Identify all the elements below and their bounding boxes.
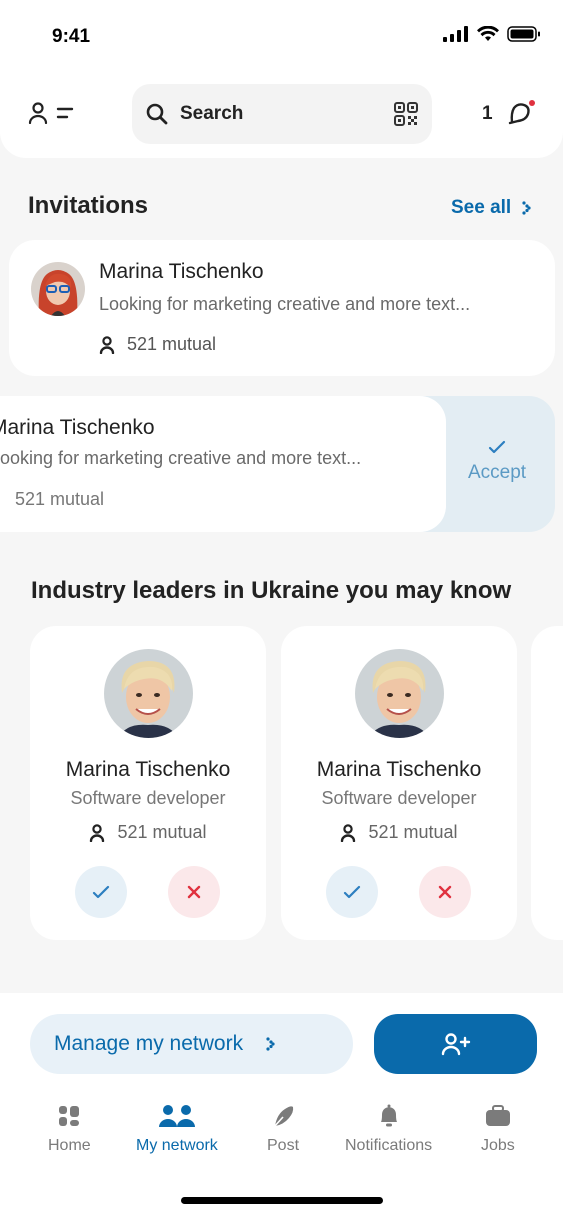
accept-label: Accept xyxy=(468,462,527,483)
close-icon xyxy=(438,885,452,899)
search-icon xyxy=(146,103,168,125)
see-all-link[interactable]: See all xyxy=(451,197,531,219)
wifi-icon xyxy=(477,26,499,41)
nav-home[interactable]: Home xyxy=(48,1103,91,1155)
nav-notifications-label: Notifications xyxy=(345,1137,433,1154)
nav-post[interactable]: Post xyxy=(267,1103,299,1155)
avatar xyxy=(355,649,444,738)
person-icon xyxy=(341,823,356,842)
add-connection-button[interactable] xyxy=(374,1014,537,1074)
check-icon xyxy=(343,885,361,899)
mutual-count: 521 mutual xyxy=(117,822,207,842)
invitations-title: Invitations xyxy=(28,192,149,219)
leaders-title: Industry leaders in Ukraine you may know xyxy=(31,577,512,604)
signal-icon xyxy=(443,26,468,42)
qr-code-icon[interactable] xyxy=(394,102,418,126)
see-all-label: See all xyxy=(451,197,512,218)
connect-button[interactable] xyxy=(75,866,127,918)
nav-jobs-label: Jobs xyxy=(481,1137,515,1154)
invitation-description: Looking for marketing creative and more … xyxy=(99,294,471,314)
person-icon xyxy=(99,335,115,354)
search-input[interactable]: Search xyxy=(132,84,432,144)
chevron-right-icon xyxy=(266,1037,275,1051)
header: 9:41 Search 1 xyxy=(0,0,563,158)
chevron-right-icon xyxy=(522,201,531,215)
avatar xyxy=(104,649,193,738)
battery-icon xyxy=(507,26,540,42)
bottom-bar: Manage my network Home My network Post N… xyxy=(0,993,563,1218)
leader-role: Software developer xyxy=(70,788,226,808)
nav-home-label: Home xyxy=(48,1137,91,1154)
search-label: Search xyxy=(180,103,244,124)
mutual-count: 521 mutual xyxy=(15,489,105,509)
leader-mutual: 521 mutual xyxy=(30,822,266,843)
top-bar: Search 1 xyxy=(0,84,563,144)
person-icon xyxy=(90,823,105,842)
user-icon xyxy=(28,102,48,124)
invitation-name: Marina Tischenko xyxy=(99,260,264,283)
nav-notifications[interactable]: Notifications xyxy=(345,1103,432,1155)
leader-card[interactable]: Marina Tischenko Software developer 521 … xyxy=(30,626,266,940)
check-icon xyxy=(488,440,506,454)
menu-lines-icon xyxy=(56,107,74,119)
invitation-card-swiped[interactable]: Marina Tischenko Looking for marketing c… xyxy=(0,396,446,532)
home-indicator xyxy=(181,1197,383,1204)
leader-card-partial[interactable] xyxy=(531,626,563,940)
leader-card[interactable]: Marina Tischenko Software developer 521 … xyxy=(281,626,517,940)
leader-name: Marina Tischenko xyxy=(316,758,482,781)
leader-name: Marina Tischenko xyxy=(65,758,231,781)
message-count: 1 xyxy=(482,103,493,124)
invitation-card[interactable]: Marina Tischenko Looking for marketing c… xyxy=(9,240,555,376)
status-time: 9:41 xyxy=(52,26,91,47)
dismiss-button[interactable] xyxy=(168,866,220,918)
feather-icon xyxy=(273,1106,294,1128)
nav-my-network-label: My network xyxy=(136,1137,218,1154)
swiped-invitation: Accept Marina Tischenko Looking for mark… xyxy=(0,396,563,532)
invitation-mutual: 521 mutual xyxy=(99,334,216,355)
mutual-count: 521 mutual xyxy=(127,334,217,354)
nav-jobs[interactable]: Jobs xyxy=(481,1103,515,1155)
network-icon xyxy=(158,1105,195,1127)
briefcase-icon xyxy=(485,1105,510,1126)
add-user-icon xyxy=(441,1033,470,1056)
chat-icon[interactable] xyxy=(506,99,536,129)
home-icon xyxy=(59,1106,80,1126)
close-icon xyxy=(187,885,201,899)
invitation-description: Looking for marketing creative and more … xyxy=(0,448,362,468)
status-icons xyxy=(443,26,541,42)
bell-icon xyxy=(380,1104,397,1127)
invitation-name: Marina Tischenko xyxy=(0,416,155,439)
mutual-count: 521 mutual xyxy=(368,822,458,842)
connect-button[interactable] xyxy=(326,866,378,918)
nav-my-network[interactable]: My network xyxy=(136,1103,218,1155)
manage-network-label: Manage my network xyxy=(54,1032,244,1055)
nav-post-label: Post xyxy=(267,1137,300,1154)
manage-network-button[interactable]: Manage my network xyxy=(30,1014,353,1074)
profile-menu-button[interactable] xyxy=(28,98,80,128)
leader-role: Software developer xyxy=(321,788,477,808)
leader-mutual: 521 mutual xyxy=(281,822,517,843)
dismiss-button[interactable] xyxy=(419,866,471,918)
avatar xyxy=(31,262,85,316)
check-icon xyxy=(92,885,110,899)
